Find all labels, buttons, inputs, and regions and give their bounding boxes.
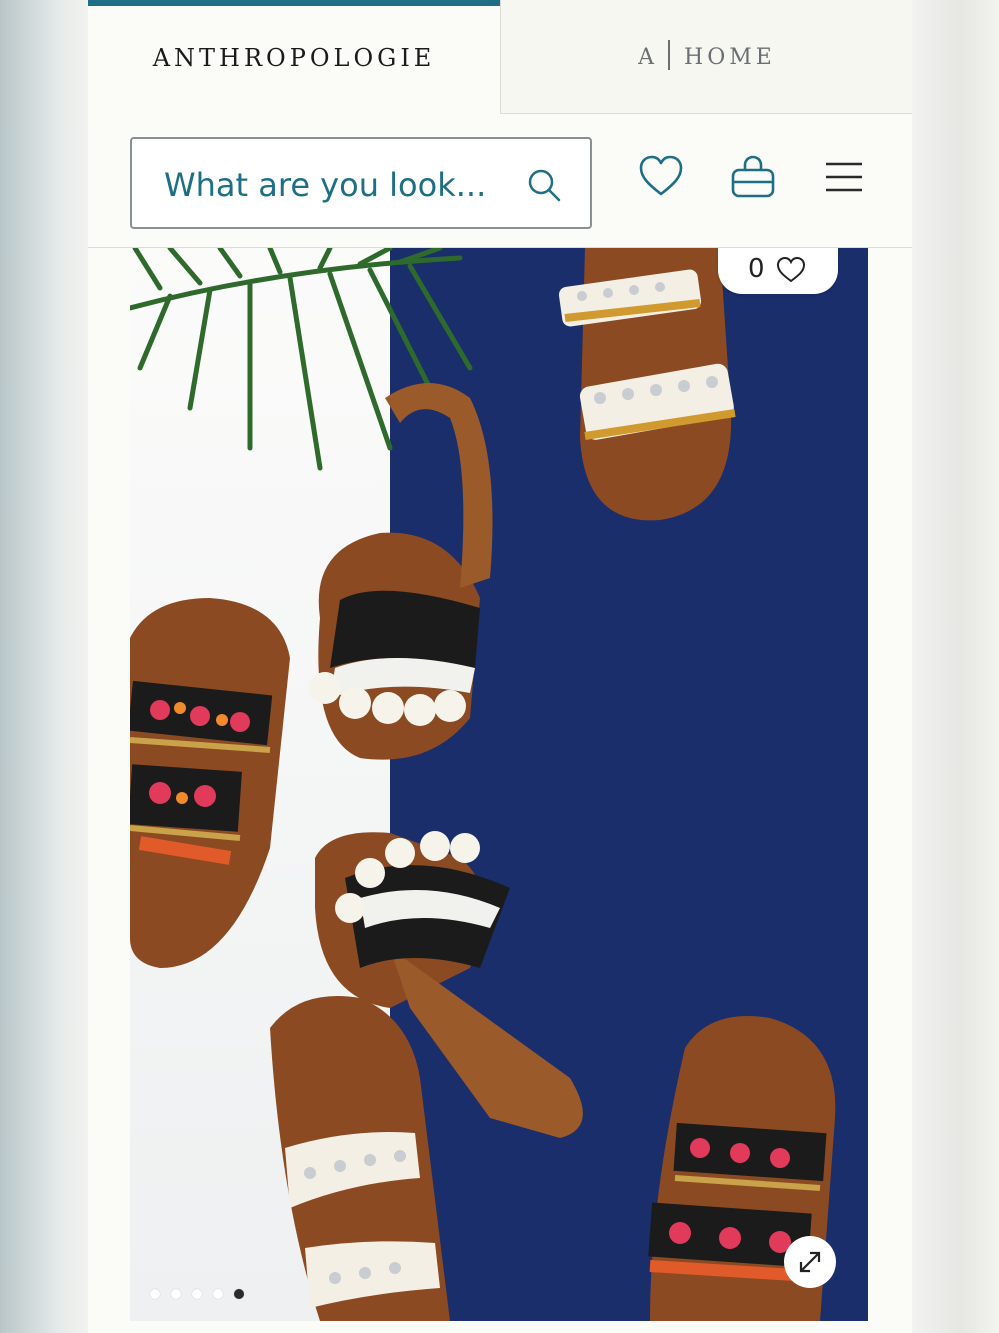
sandal-top-right — [558, 248, 736, 521]
brand-logo-text: ANTHROPOLOGIE — [152, 44, 436, 72]
home-label-text: HOME — [684, 45, 776, 70]
home-tab-label: A HOME — [501, 40, 913, 70]
search-icon[interactable] — [526, 167, 562, 203]
carousel-dot[interactable] — [150, 1289, 160, 1299]
heart-icon[interactable] — [638, 154, 684, 200]
carousel-dots — [150, 1284, 255, 1299]
carousel-dot[interactable] — [171, 1289, 181, 1299]
app-frame: ANTHROPOLOGIE A HOME What are you look..… — [88, 0, 912, 1333]
carousel-dot[interactable] — [192, 1289, 202, 1299]
header-bar — [88, 114, 912, 248]
expand-icon — [799, 1251, 821, 1273]
product-image-carousel[interactable]: 0 — [130, 248, 868, 1321]
sandal-floral-left — [130, 598, 290, 968]
expand-image-button[interactable] — [784, 1236, 836, 1288]
favorite-count-pill[interactable]: 0 — [718, 248, 838, 294]
shopping-bag-icon[interactable] — [730, 154, 776, 200]
search-input[interactable] — [162, 159, 506, 211]
carousel-dot-active[interactable] — [234, 1289, 244, 1299]
tab-home[interactable]: A HOME — [500, 0, 912, 114]
tab-anthropologie[interactable]: ANTHROPOLOGIE — [88, 0, 500, 114]
hamburger-menu-icon[interactable] — [824, 160, 864, 194]
sandal-pompom-center — [309, 383, 493, 760]
product-photo-sandals — [130, 248, 836, 1321]
brand-tabs: ANTHROPOLOGIE A HOME — [88, 0, 912, 114]
search-box[interactable] — [130, 137, 592, 229]
palm-leaf — [130, 248, 473, 471]
heart-outline-icon — [776, 256, 806, 283]
favorite-count: 0 — [748, 254, 765, 284]
sandal-mirror-bottom — [270, 996, 450, 1321]
home-prefix: A — [638, 45, 659, 70]
divider — [668, 40, 671, 70]
carousel-dot[interactable] — [213, 1289, 223, 1299]
